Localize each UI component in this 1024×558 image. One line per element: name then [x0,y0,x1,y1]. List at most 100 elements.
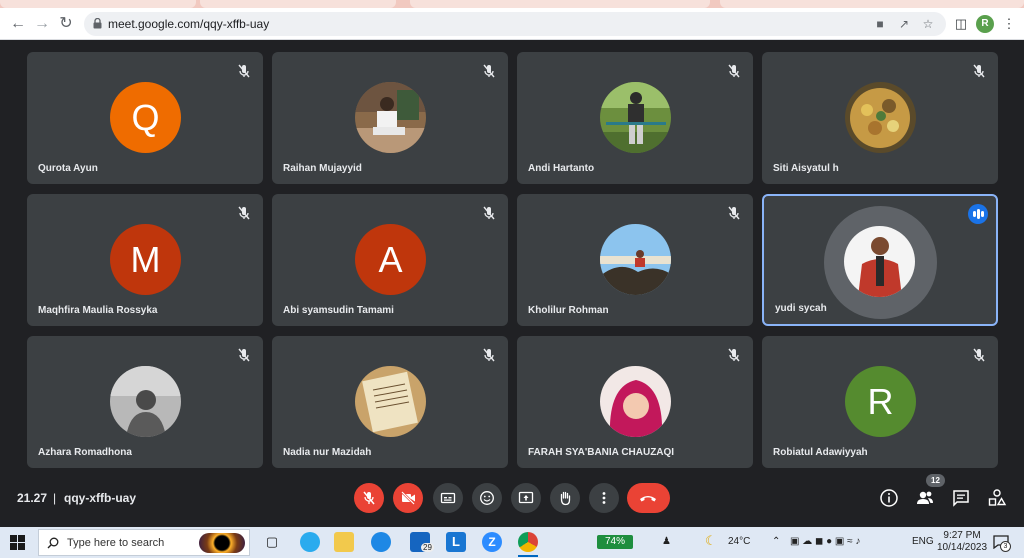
share-icon[interactable]: ↗ [896,16,912,32]
search-highlight-image [199,533,245,553]
search-icon [47,537,59,549]
people-tray-icon[interactable]: ♟ [662,536,671,547]
url-text: meet.google.com/qqy-xffb-uay [108,17,270,31]
mic-toggle-button[interactable] [354,483,384,513]
participant-tile[interactable]: Azhara Romadhona [27,336,263,468]
leave-call-button[interactable] [627,483,670,513]
system-clock[interactable]: 9:27 PM 10/14/2023 [937,530,987,554]
participant-tile-active-speaker[interactable]: yudi sycah [762,194,998,326]
participant-name: Kholilur Rohman [528,305,609,316]
mic-off-icon [483,348,495,362]
chrome-icon[interactable] [518,532,538,552]
windows-start-icon[interactable] [10,535,25,550]
people-icon[interactable] [915,488,935,508]
weather-temp[interactable]: 24°C [728,536,750,547]
hang-up-icon [640,496,656,502]
browser-tab[interactable] [720,0,1024,8]
present-screen-icon [518,491,534,504]
participant-photo [355,366,426,437]
participant-photo [600,82,671,153]
edge-icon[interactable] [371,532,391,552]
zoom-icon[interactable]: Z [482,532,502,552]
forward-icon[interactable]: → [32,14,52,34]
side-panel-icon[interactable]: ◫ [952,15,970,33]
participant-name: Abi syamsudin Tamami [283,305,394,316]
telegram-icon[interactable] [300,532,320,552]
chat-icon[interactable] [951,488,971,508]
avatar: R [845,366,916,437]
file-explorer-icon[interactable] [334,532,354,552]
participant-name: Andi Hartanto [528,163,595,174]
participant-name: FARAH SYA'BANIA CHAUZAQI [528,447,675,458]
speaking-ring [824,206,937,319]
participant-tile[interactable]: FARAH SYA'BANIA CHAUZAQI [517,336,753,468]
participant-name: Qurota Ayun [38,163,98,174]
mic-off-icon [363,491,375,505]
mic-off-icon [728,348,740,362]
mail-badge: 29 [421,543,434,552]
participant-tile[interactable]: A Abi syamsudin Tamami [272,194,508,326]
participant-name: Siti Aisyatul h [773,163,839,174]
back-icon[interactable]: ← [8,14,28,34]
mic-off-icon [973,64,985,78]
meeting-details-icon[interactable] [879,488,899,508]
taskbar-search-box[interactable]: Type here to search [38,529,250,556]
profile-avatar[interactable]: R [976,15,994,33]
participant-tile[interactable]: R Robiatul Adawiyyah [762,336,998,468]
clock-time: 9:27 PM [943,530,981,541]
address-bar[interactable]: meet.google.com/qqy-xffb-uay ■ ↗ ☆ [84,12,946,36]
participant-name: Maqhfira Maulia Rossyka [38,305,158,316]
battery-percent-badge: 74% [597,535,633,549]
hand-icon [560,491,571,506]
search-placeholder: Type here to search [67,537,165,549]
participant-photo [110,366,181,437]
activities-icon[interactable] [987,488,1007,508]
participant-photo [600,366,671,437]
raise-hand-button[interactable] [550,483,580,513]
reload-icon[interactable]: ↻ [56,14,76,34]
participant-tile[interactable]: M Maqhfira Maulia Rossyka [27,194,263,326]
weather-moon-icon: ☾ [705,533,717,548]
more-options-button[interactable] [589,483,619,513]
participant-tile[interactable]: Nadia nur Mazidah [272,336,508,468]
emoji-icon [480,491,494,505]
camera-toggle-button[interactable] [393,483,423,513]
participant-name: Nadia nur Mazidah [283,447,372,458]
participant-name: yudi sycah [775,303,827,314]
captions-button[interactable] [433,483,463,513]
meeting-clock: 21.27 [17,491,48,505]
active-app-indicator [518,555,538,557]
present-now-button[interactable] [511,483,541,513]
lock-icon [93,18,102,29]
meeting-separator: | [53,491,57,505]
captions-icon [440,492,456,504]
browser-tab[interactable] [200,0,396,8]
camera-in-use-icon[interactable]: ■ [872,16,888,32]
tray-expand-icon[interactable]: ⌃ [772,536,780,547]
clock-date: 10/14/2023 [937,542,988,553]
bookmark-star-icon[interactable]: ☆ [920,16,936,32]
notification-count: 3 [1000,541,1011,552]
participant-name: Robiatul Adawiyyah [773,447,868,458]
participant-photo [355,82,426,153]
participant-tile[interactable]: Raihan Mujayyid [272,52,508,184]
participant-tile[interactable]: Kholilur Rohman [517,194,753,326]
l-app-icon[interactable]: L [446,532,466,552]
language-indicator[interactable]: ENG [912,536,934,547]
mic-off-icon [728,206,740,220]
mic-off-icon [238,64,250,78]
participant-tile[interactable]: Q Qurota Ayun [27,52,263,184]
task-view-icon[interactable]: ▢ [262,532,282,552]
browser-toolbar: ← → ↻ meet.google.com/qqy-xffb-uay ■ ↗ ☆… [0,8,1024,40]
reactions-button[interactable] [472,483,502,513]
mic-off-icon [483,206,495,220]
browser-tab-active[interactable] [410,0,710,8]
chrome-menu-icon[interactable]: ⋮ [1000,15,1018,33]
participant-photo [600,224,671,295]
participant-tile[interactable]: Siti Aisyatul h [762,52,998,184]
mic-off-icon [973,348,985,362]
tray-app-icons[interactable]: ▣ ☁ ◼ ● ▣ ≈ ♪ [790,536,860,547]
participant-tile[interactable]: Andi Hartanto [517,52,753,184]
browser-tab[interactable] [0,0,196,8]
browser-tab-strip [0,0,1024,8]
